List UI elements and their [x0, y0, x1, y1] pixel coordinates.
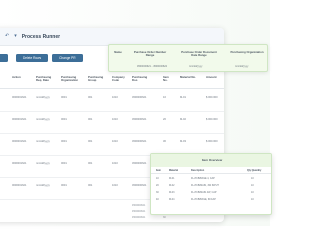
table-row[interactable]: 0000001621 mm/dd/yyyy 0001 001 1010 4500…: [0, 112, 224, 134]
column-header[interactable]: Purchasing Organization: [61, 75, 83, 83]
table-cell: 1010: [112, 118, 118, 121]
popup-header-material: Material: [169, 169, 179, 172]
action-bar: Delete Rows Change PR: [0, 53, 87, 63]
table-cell: 20: [163, 118, 166, 121]
table-cell: 0000001621: [12, 184, 27, 187]
table-cell: 1010: [112, 162, 118, 165]
popup-cell: 10: [251, 198, 254, 201]
table-cell: mm/dd/yyyy: [36, 118, 50, 121]
table-cell: 001: [88, 184, 93, 187]
app-title: Process Runner: [21, 33, 61, 40]
action-button[interactable]: [0, 54, 8, 62]
grid-header: Action Purchasing Req. Date Purchasing O…: [0, 72, 224, 89]
column-header[interactable]: Purchasing Doc.: [132, 75, 152, 83]
popup-cell: 10: [156, 177, 159, 180]
table-cell: 10: [163, 96, 166, 99]
table-cell: 0000001621: [12, 162, 27, 165]
column-header[interactable]: Material No.: [180, 75, 196, 79]
back-arrow-icon[interactable]: ↶: [5, 34, 9, 39]
table-cell: 4500000621: [132, 184, 147, 187]
column-header[interactable]: Purchasing Group: [88, 75, 104, 83]
panel-header: Name: [114, 50, 122, 54]
table-cell: mm/dd/yyyy: [36, 140, 50, 143]
panel-header: Purchase Order Document Date Range: [181, 50, 217, 58]
sub-row-item: 30: [163, 216, 166, 219]
table-cell: 4500000621: [132, 140, 147, 143]
table-cell: M-02: [180, 118, 186, 121]
column-header[interactable]: Item No.: [163, 75, 173, 83]
table-cell: 001: [88, 140, 93, 143]
table-cell: mm/dd/yyyy: [36, 96, 50, 99]
table-cell: 001: [88, 96, 93, 99]
table-cell: $ 000.000: [206, 140, 218, 143]
popup-row[interactable]: 40 M-04 FL-PCB/BASE, IN/CAP 10: [151, 197, 271, 203]
popup-cell: 40: [156, 198, 159, 201]
popup-cell: 10: [251, 184, 254, 187]
sub-row-doc: 4500000621: [132, 216, 146, 219]
popup-row[interactable]: 10 M-01 FL-PCB/BASE 4, CAP 10: [151, 176, 271, 182]
panel-value: 4500000621 - 4500000622: [137, 65, 168, 68]
popup-cell: M-02: [169, 184, 175, 187]
table-cell: 0001: [61, 96, 67, 99]
popup-cell: FL-PCB/MAIN 4W, CAP: [191, 191, 217, 194]
popup-cell: M-04: [169, 198, 175, 201]
selection-criteria-panel: Name Purchase Order Number Range Purchas…: [108, 44, 268, 72]
change-pr-button[interactable]: Change PR: [52, 54, 83, 62]
table-cell: 001: [88, 162, 93, 165]
table-cell: $ 000.000: [206, 96, 218, 99]
popup-cell: 20: [156, 184, 159, 187]
sub-row-doc: 4500000621: [132, 210, 146, 213]
table-cell: 001: [88, 118, 93, 121]
popup-cell: FL-PCB/BASE 4, CAP: [191, 177, 215, 180]
popup-cell: 10: [251, 177, 254, 180]
table-cell: 0000001621: [12, 118, 27, 121]
popup-cell: M-01: [169, 177, 175, 180]
chevron-down-icon[interactable]: ▾: [14, 34, 17, 39]
table-cell: M-01: [180, 96, 186, 99]
table-cell: 30: [163, 140, 166, 143]
table-cell: 1010: [112, 140, 118, 143]
panel-value: mm/dd/yyyy: [235, 65, 249, 68]
panel-value: mm/dd/yyyy: [189, 65, 203, 68]
column-header[interactable]: Company Code: [112, 75, 126, 83]
popup-cell: 30: [156, 191, 159, 194]
popup-header-quantity: Qty Quantity: [247, 169, 262, 172]
panel-header: Purchase Order Number Range: [133, 50, 167, 58]
popup-cell: FL-PCB/MAIN, 4W INPUT: [191, 184, 219, 187]
column-header[interactable]: Action: [12, 75, 21, 79]
panel-header: Purchasing Organization: [230, 50, 264, 54]
popup-column-header: Item Material Description Qty Quantity: [151, 167, 271, 174]
table-cell: 0001: [61, 184, 67, 187]
table-cell: 1010: [112, 96, 118, 99]
delete-rows-button[interactable]: Delete Rows: [16, 54, 49, 62]
table-cell: 0001: [61, 162, 67, 165]
table-cell: $ 000.000: [206, 118, 218, 121]
column-header[interactable]: Amount: [206, 75, 217, 79]
sub-row-doc: 4500000621: [132, 204, 146, 207]
table-cell: 4500000621: [132, 162, 147, 165]
popup-header-description: Description: [191, 169, 205, 172]
item-overview-popup: Item Overview Item Material Description …: [150, 153, 272, 215]
table-row[interactable]: 0000001621 mm/dd/yyyy 0001 001 1010 4500…: [0, 90, 224, 112]
popup-cell: 10: [251, 191, 254, 194]
table-cell: 4500000621: [132, 118, 147, 121]
popup-cell: M-03: [169, 191, 175, 194]
table-cell: 0000001621: [12, 140, 27, 143]
table-cell: 0001: [61, 140, 67, 143]
popup-header-item: Item: [156, 169, 161, 172]
table-cell: 0000001621: [12, 96, 27, 99]
popup-cell: FL-PCB/BASE, IN/CAP: [191, 198, 216, 201]
table-cell: M-03: [180, 140, 186, 143]
table-cell: 4500000621: [132, 96, 147, 99]
popup-row[interactable]: 30 M-03 FL-PCB/MAIN 4W, CAP 10: [151, 190, 271, 196]
table-cell: mm/dd/yyyy: [36, 162, 50, 165]
column-header[interactable]: Purchasing Req. Date: [36, 75, 54, 83]
popup-title: Item Overview: [151, 154, 271, 167]
table-cell: 1010: [112, 184, 118, 187]
popup-row[interactable]: 20 M-02 FL-PCB/MAIN, 4W INPUT 10: [151, 183, 271, 189]
table-cell: mm/dd/yyyy: [36, 184, 50, 187]
table-cell: 0001: [61, 118, 67, 121]
